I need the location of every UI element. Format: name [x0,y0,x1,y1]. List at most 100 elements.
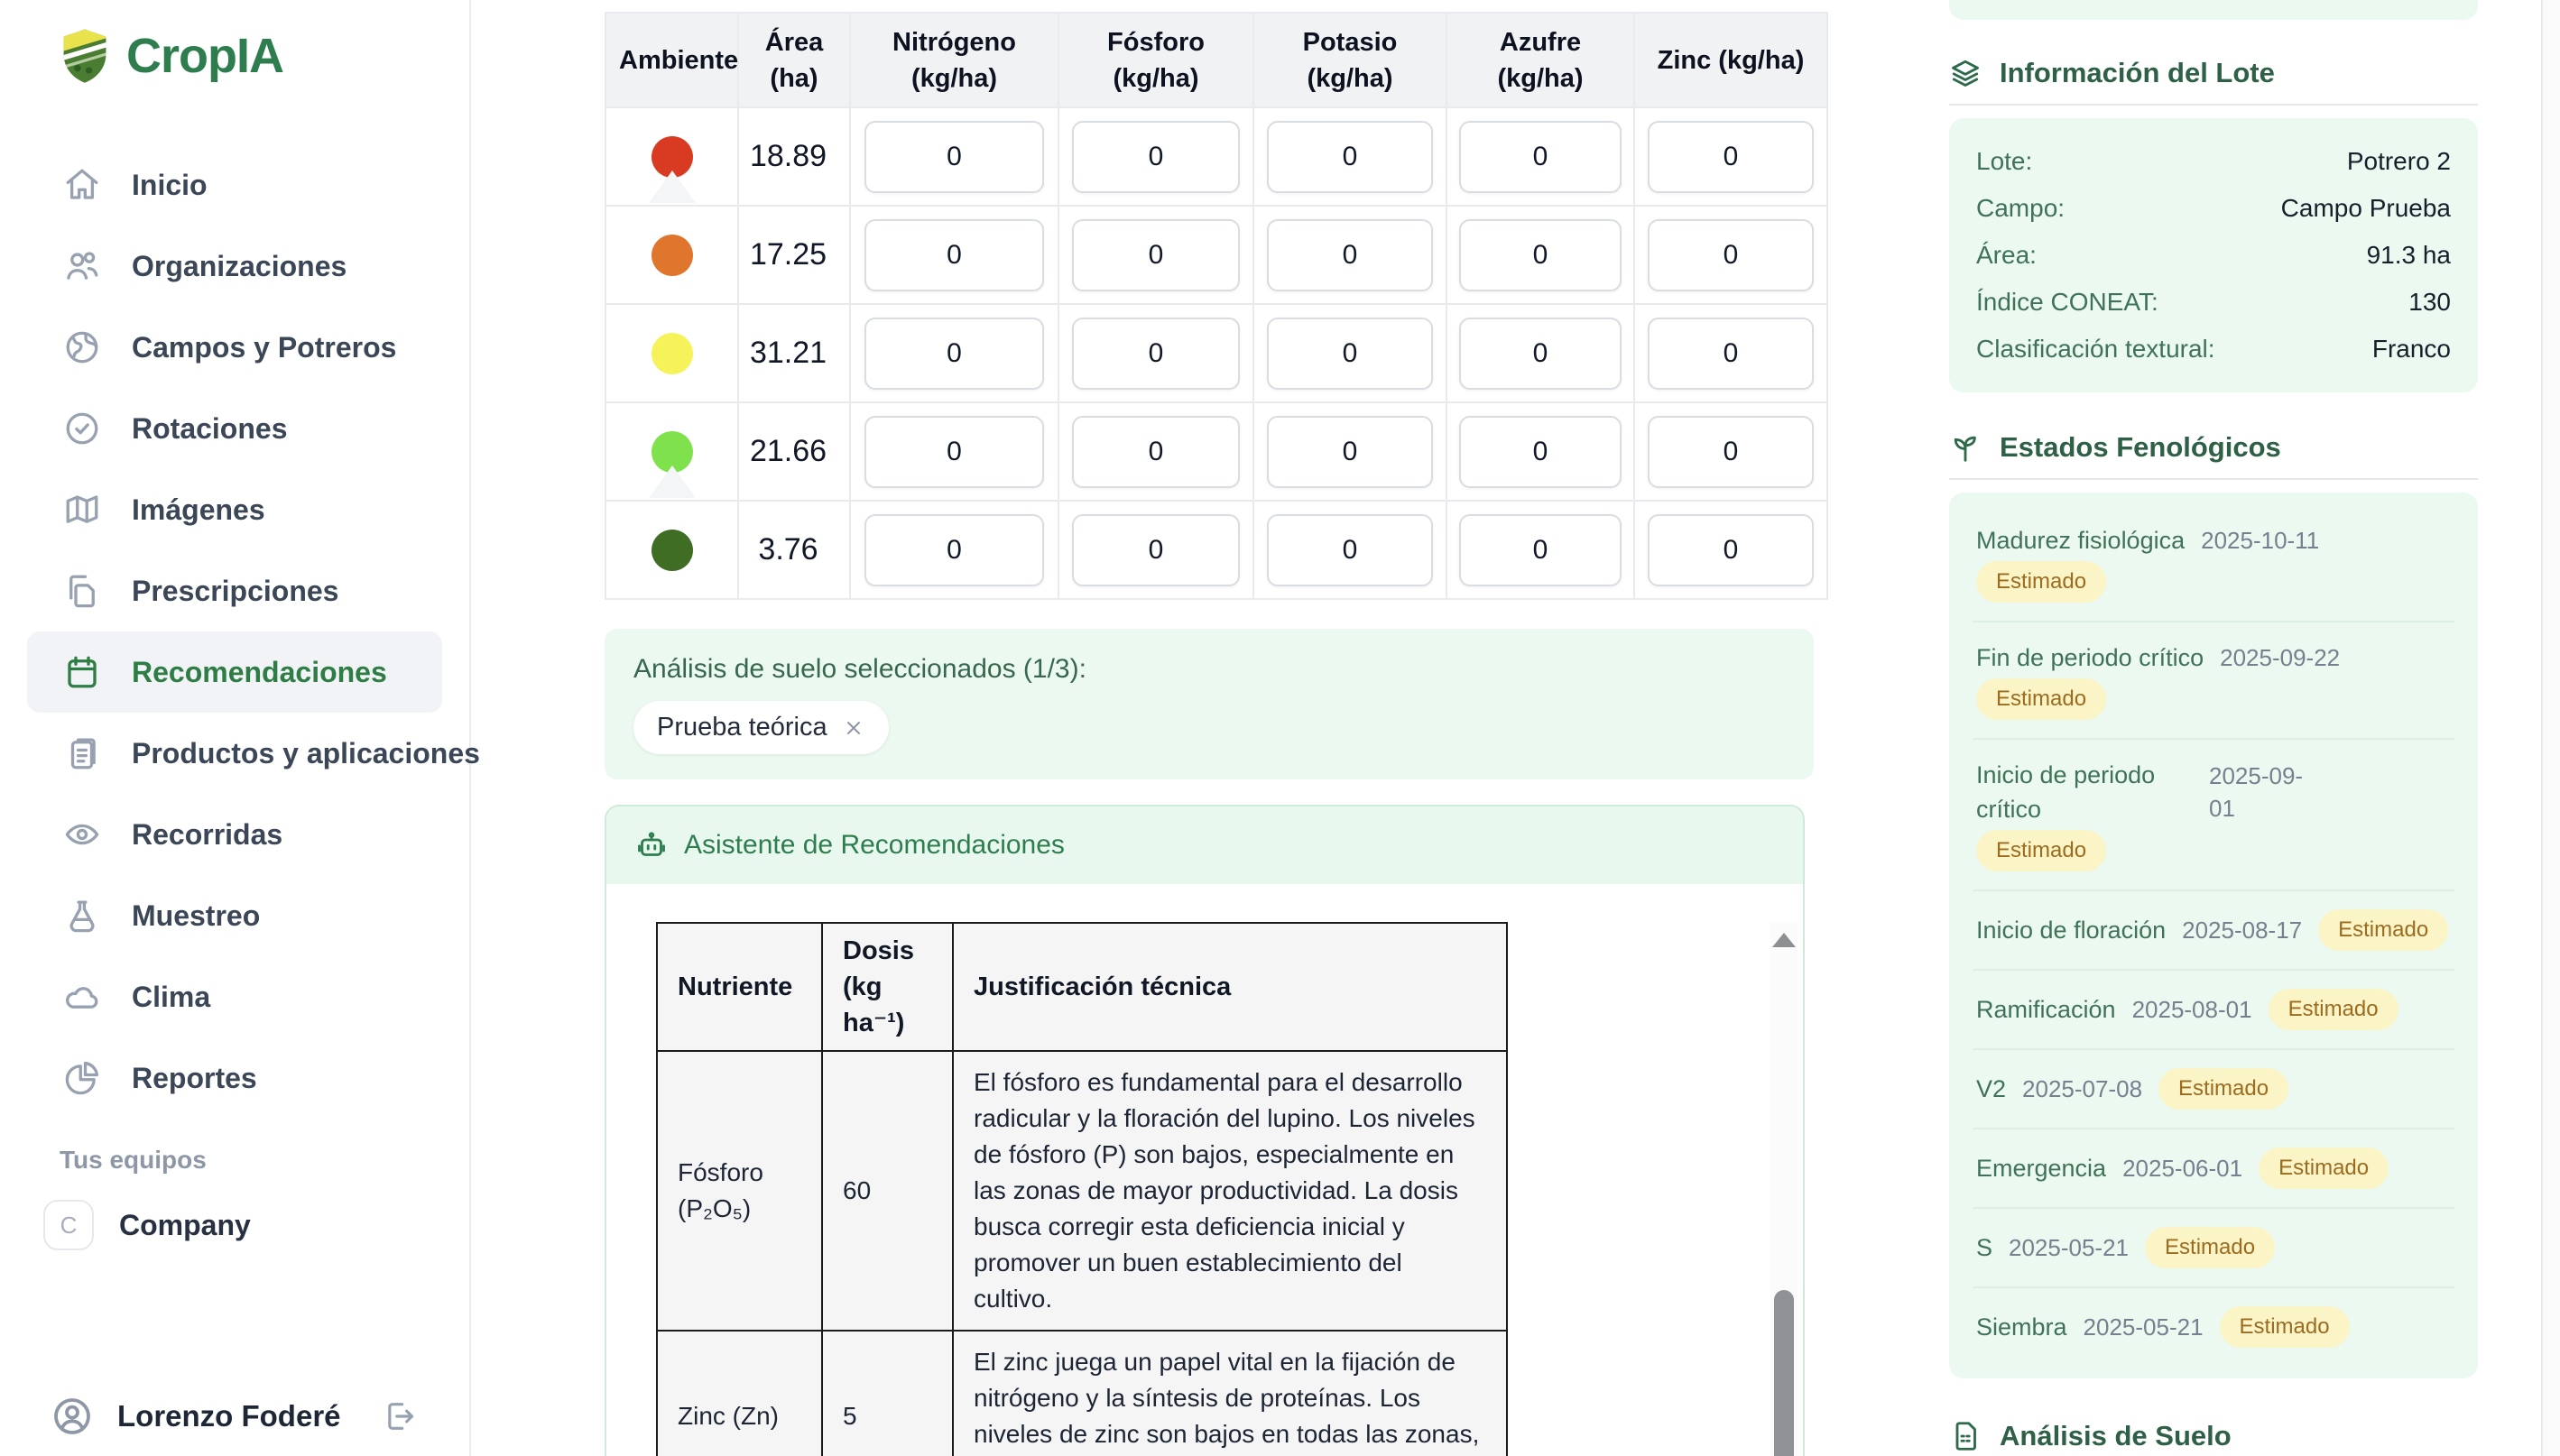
env-row-4: 21.66 [605,402,1827,501]
reco-nutrient: Zinc (Zn) [657,1331,822,1456]
sidebar-item-label: Reportes [132,1062,257,1095]
phenology-card: Madurez fisiológica 2025-10-11 Estimado … [1949,493,2478,1378]
sulfur-input[interactable] [1459,416,1621,488]
sidebar-item-imagenes[interactable]: Imágenes [27,469,442,550]
zinc-input[interactable] [1648,318,1814,390]
sidebar-item-label: Productos y aplicaciones [132,737,480,770]
reco-justification: El fósforo es fundamental para el desarr… [953,1051,1507,1331]
zinc-input[interactable] [1648,121,1814,193]
sidebar-item-rotaciones[interactable]: Rotaciones [27,388,442,469]
cropped-top-card [1949,0,2478,20]
info-value: 130 [2408,288,2451,317]
zinc-input[interactable] [1648,514,1814,586]
potassium-input[interactable] [1267,318,1433,390]
sulfur-input[interactable] [1459,514,1621,586]
sulfur-input[interactable] [1459,318,1621,390]
stage-date: 2025-07-08 [2022,1073,2142,1105]
sidebar-item-prescripciones[interactable]: Prescripciones [27,550,442,631]
divider [1949,478,2478,480]
selected-analysis-tag-label: Prueba teórica [657,713,827,742]
map-icon [63,491,101,529]
stage-label: Inicio de floración [1976,913,2166,947]
stage-label: V2 [1976,1072,2006,1106]
sidebar-item-muestreo[interactable]: Muestreo [27,875,442,956]
env-row-5: 3.76 [605,501,1827,599]
nitrogen-input[interactable] [864,318,1044,390]
app-name: CropIA [126,28,283,84]
potassium-input[interactable] [1267,514,1433,586]
team-item-company[interactable]: C Company [43,1200,469,1250]
assistant-scrollbar[interactable] [1770,922,1798,1456]
robot-icon [635,829,668,862]
user-name: Lorenzo Foderé [117,1399,359,1433]
page-scrollbar[interactable] [2541,0,2560,1456]
phenology-row: Siembra 2025-05-21 Estimado [1973,1288,2454,1366]
sidebar-item-recorridas[interactable]: Recorridas [27,794,442,875]
estimated-badge: Estimado [1976,830,2106,871]
reco-nutrient: Fósforo (P₂O₅) [657,1051,822,1331]
phosphorus-input[interactable] [1072,121,1240,193]
user-row: Lorenzo Foderé [0,1395,469,1438]
remove-tag-icon[interactable] [842,716,865,740]
nitrogen-input[interactable] [864,219,1044,291]
phenology-row: Fin de periodo crítico 2025-09-22 Estima… [1973,622,2454,740]
lot-info-row: Área: 91.3 ha [1976,232,2451,279]
home-icon [63,166,101,204]
sidebar-item-label: Imágenes [132,493,265,527]
potassium-input[interactable] [1267,416,1433,488]
zinc-input[interactable] [1648,219,1814,291]
nitrogen-input[interactable] [864,514,1044,586]
marker-pointer [649,465,696,498]
sidebar-item-organizaciones[interactable]: Organizaciones [27,226,442,307]
phenology-title: Estados Fenológicos [2000,431,2281,464]
potassium-input[interactable] [1267,219,1433,291]
col-header-azufre: Azufre (kg/ha) [1446,13,1634,107]
phosphorus-input[interactable] [1072,219,1240,291]
sidebar-item-reportes[interactable]: Reportes [27,1037,442,1119]
col-header-nitrogeno: Nitrógeno (kg/ha) [850,13,1058,107]
sidebar-item-clima[interactable]: Clima [27,956,442,1037]
phenology-row: Inicio de periodo crítico 2025-09-01 Est… [1973,740,2454,891]
col-header-potasio: Potasio (kg/ha) [1253,13,1446,107]
scroll-up-arrow-icon[interactable] [1772,933,1796,947]
phosphorus-input[interactable] [1072,416,1240,488]
assistant-title: Asistente de Recomendaciones [684,830,1065,861]
scrollbar-thumb[interactable] [1774,1290,1794,1456]
estimated-badge: Estimado [2269,989,2398,1030]
selected-analyses-label: Análisis de suelo seleccionados (1/3): [633,654,1785,685]
sidebar-item-inicio[interactable]: Inicio [27,144,442,226]
info-value: Campo Prueba [2281,194,2451,223]
sidebar-item-recomendaciones[interactable]: Recomendaciones [27,631,442,713]
soil-analysis-title: Análisis de Suelo [2000,1420,2232,1452]
info-label: Área: [1976,241,2037,270]
nitrogen-input[interactable] [864,121,1044,193]
zinc-input[interactable] [1648,416,1814,488]
potassium-input[interactable] [1267,121,1433,193]
sidebar-item-productos-y-aplicaciones[interactable]: Productos y aplicaciones [27,713,442,794]
logout-icon[interactable] [383,1398,419,1434]
sidebar-item-label: Clima [132,981,210,1014]
team-initial-badge: C [43,1200,94,1250]
documents-icon [63,572,101,610]
lot-info-row: Campo: Campo Prueba [1976,185,2451,232]
sidebar-item-label: Muestreo [132,899,260,933]
phenology-row: S 2025-05-21 Estimado [1973,1209,2454,1288]
nitrogen-input[interactable] [864,416,1044,488]
selected-analysis-tag[interactable]: Prueba teórica [633,701,889,754]
estimated-badge: Estimado [2220,1306,2350,1348]
sulfur-input[interactable] [1459,121,1621,193]
phosphorus-input[interactable] [1072,514,1240,586]
zone-color-dot-yellow [652,333,693,374]
estimated-badge: Estimado [1976,561,2106,603]
app-logo[interactable]: CropIA [60,27,469,85]
lot-info-row: Lote: Potrero 2 [1976,138,2451,185]
sidebar-nav: Inicio Organizaciones Campos y Potreros … [0,144,469,1119]
teams-section-label: Tus equipos [60,1146,469,1175]
sulfur-input[interactable] [1459,219,1621,291]
sidebar-item-campos-y-potreros[interactable]: Campos y Potreros [27,307,442,388]
eye-icon [63,816,101,853]
sidebar-item-label: Rotaciones [132,412,287,446]
selected-analyses-box: Análisis de suelo seleccionados (1/3): P… [605,629,1814,779]
estimated-badge: Estimado [1976,678,2106,720]
phosphorus-input[interactable] [1072,318,1240,390]
